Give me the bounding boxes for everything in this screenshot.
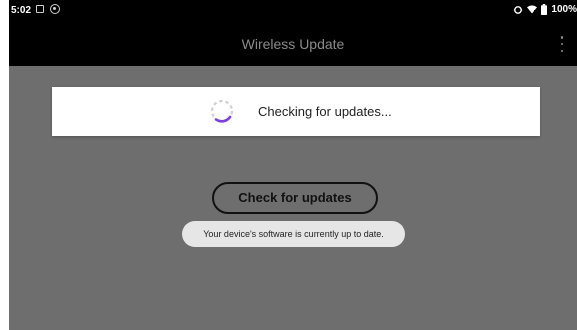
toast-message: Your device's software is currently up t… bbox=[182, 221, 405, 247]
spinner-icon bbox=[209, 98, 235, 124]
status-system-icons: 100% bbox=[513, 4, 577, 15]
status-time: 5:02 bbox=[11, 5, 32, 16]
menu-dot bbox=[560, 49, 564, 52]
progress-dialog: Checking for updates... bbox=[52, 87, 540, 136]
menu-dot bbox=[560, 36, 564, 39]
more-vert-icon[interactable] bbox=[557, 35, 567, 53]
app-bar: Wireless Update bbox=[9, 22, 577, 66]
menu-dot bbox=[560, 42, 564, 46]
battery-percentage: 100% bbox=[551, 4, 577, 15]
notification-square-icon bbox=[36, 5, 44, 13]
device-screen: 5:02 100% Wireless Update Check for upda… bbox=[9, 0, 577, 330]
battery-icon bbox=[541, 4, 548, 15]
status-notification-icons bbox=[36, 4, 60, 14]
notification-circle-icon bbox=[50, 4, 60, 14]
check-for-updates-button[interactable]: Check for updates bbox=[212, 182, 378, 214]
status-bar: 5:02 100% bbox=[9, 0, 577, 22]
sync-icon bbox=[513, 5, 523, 15]
progress-message: Checking for updates... bbox=[258, 104, 392, 119]
app-title: Wireless Update bbox=[241, 36, 345, 52]
wifi-icon bbox=[527, 5, 538, 14]
